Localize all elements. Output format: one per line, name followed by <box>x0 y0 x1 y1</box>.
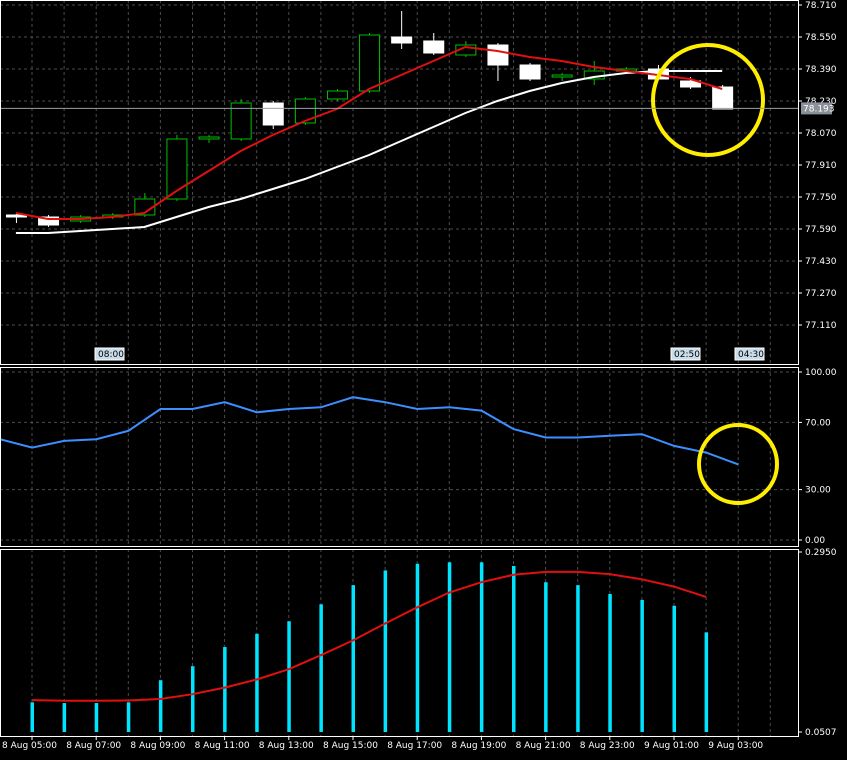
histogram-bar <box>319 604 323 732</box>
price-tick-label: 77.110 <box>805 321 837 331</box>
price-tick-label: 78.070 <box>805 129 837 139</box>
histogram-bar <box>287 621 291 732</box>
candle-body <box>423 40 445 54</box>
histogram-bar <box>544 582 548 732</box>
time-tick-label: 9 Aug 01:00 <box>644 741 699 751</box>
time-tick-label: 8 Aug 17:00 <box>387 741 442 751</box>
time-marker-label: 08:00 <box>98 350 124 360</box>
oscillator-tick-label: 30.00 <box>805 486 831 496</box>
current-price-label: 78.193 <box>803 104 835 114</box>
histogram-bar <box>255 633 259 732</box>
price-tick-label: 78.390 <box>805 65 837 75</box>
candle <box>519 63 541 81</box>
time-marker-label: 04:30 <box>738 350 764 360</box>
time-marker-label: 02:50 <box>674 350 700 360</box>
candle <box>712 85 734 110</box>
candle-body <box>326 90 348 100</box>
histogram-bar <box>351 585 355 732</box>
candle-body <box>712 86 734 110</box>
histogram-bar <box>415 563 420 732</box>
candle <box>230 99 252 141</box>
candle-body <box>391 36 413 44</box>
histogram-bar <box>30 702 34 732</box>
time-tick-label: 8 Aug 13:00 <box>259 741 314 751</box>
candle-body <box>519 64 541 80</box>
histogram-bar <box>512 565 516 732</box>
price-tick-label: 77.270 <box>805 289 837 299</box>
histogram-bar <box>608 593 612 732</box>
price-tick-label: 78.710 <box>805 1 837 11</box>
candle-body <box>294 98 316 124</box>
time-tick-label: 8 Aug 07:00 <box>66 741 121 751</box>
trading-chart[interactable]: 78.71078.55078.39078.23078.07077.91077.7… <box>0 0 847 760</box>
histogram-bar <box>704 632 709 732</box>
candle-body <box>551 74 573 78</box>
candle-body <box>198 136 220 140</box>
time-tick-label: 8 Aug 15:00 <box>323 741 378 751</box>
candle-body <box>359 34 381 92</box>
histogram-bar <box>576 585 580 732</box>
time-tick-label: 8 Aug 23:00 <box>580 741 635 751</box>
histogram-bar <box>158 680 163 732</box>
histogram-bar <box>447 562 452 732</box>
histogram-tick-label: 0.0507 <box>805 728 837 738</box>
time-tick-label: 8 Aug 19:00 <box>451 741 506 751</box>
histogram-bar <box>383 570 388 732</box>
histogram-bar <box>640 599 644 732</box>
oscillator-tick-label: 100.00 <box>805 368 837 378</box>
histogram-bar <box>672 605 676 732</box>
time-tick-label: 9 Aug 03:00 <box>708 741 763 751</box>
histogram-bar <box>479 562 484 732</box>
time-tick-label: 8 Aug 09:00 <box>130 741 185 751</box>
time-tick-label: 8 Aug 05:00 <box>2 741 57 751</box>
oscillator-tick-label: 0.00 <box>805 536 825 546</box>
time-tick-label: 8 Aug 21:00 <box>516 741 571 751</box>
candle <box>262 101 284 129</box>
price-tick-label: 78.550 <box>805 33 837 43</box>
oscillator-tick-label: 70.00 <box>805 418 831 428</box>
price-tick-label: 77.590 <box>805 225 837 235</box>
candle-body <box>487 44 509 66</box>
histogram-bar <box>94 703 99 732</box>
price-tick-label: 77.910 <box>805 161 837 171</box>
time-tick-label: 8 Aug 11:00 <box>195 741 250 751</box>
histogram-bar <box>223 647 227 732</box>
histogram-tick-label: 0.2950 <box>805 548 837 558</box>
price-tick-label: 77.430 <box>805 257 837 267</box>
price-tick-label: 77.750 <box>805 193 837 203</box>
histogram-bar <box>62 703 67 732</box>
histogram-bar <box>126 702 131 732</box>
candle <box>359 33 381 93</box>
candle <box>326 89 348 101</box>
candle-body <box>262 102 284 126</box>
histogram-bar <box>191 666 195 732</box>
